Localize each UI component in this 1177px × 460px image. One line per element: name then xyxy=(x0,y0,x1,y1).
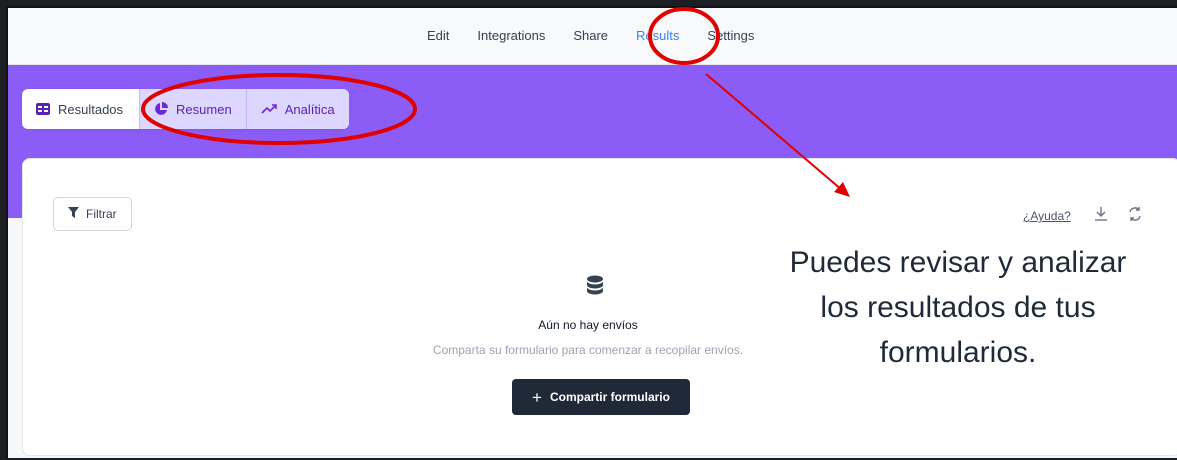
nav-links: Edit Integrations Share Results Settings xyxy=(413,8,768,64)
annotation-line-3: formularios. xyxy=(879,336,1037,369)
filter-label: Filtrar xyxy=(86,207,117,221)
refresh-icon[interactable] xyxy=(1127,206,1143,227)
nav-settings[interactable]: Settings xyxy=(693,8,768,64)
annotation-line-2: los resultados de tus xyxy=(820,291,1096,324)
share-form-label: Compartir formulario xyxy=(549,390,670,404)
nav-share[interactable]: Share xyxy=(559,8,622,64)
top-navigation: Edit Integrations Share Results Settings xyxy=(8,8,1177,65)
trend-up-icon xyxy=(261,103,277,115)
tab-analitica-label: Analítica xyxy=(284,101,335,117)
download-icon[interactable] xyxy=(1094,206,1108,227)
share-form-button[interactable]: + Compartir formulario xyxy=(512,379,690,415)
tab-resultados-label: Resultados xyxy=(58,101,124,117)
results-tab-group: Resultados Resumen Analítica xyxy=(22,89,349,129)
pie-chart-icon xyxy=(154,102,169,116)
app-frame: Edit Integrations Share Results Settings… xyxy=(6,6,1177,458)
table-icon xyxy=(36,103,50,115)
nav-results[interactable]: Results xyxy=(622,8,693,64)
nav-edit[interactable]: Edit xyxy=(413,8,463,64)
annotation-text: Puedes revisar y analizar los resultados… xyxy=(730,240,1177,375)
nav-integrations[interactable]: Integrations xyxy=(463,8,559,64)
tab-analitica[interactable]: Analítica xyxy=(245,89,349,129)
database-icon xyxy=(586,275,604,304)
tab-resultados[interactable]: Resultados xyxy=(22,89,139,129)
plus-icon: + xyxy=(532,387,542,407)
tab-resumen-label: Resumen xyxy=(176,101,232,117)
filter-icon xyxy=(68,207,79,221)
tab-resumen[interactable]: Resumen xyxy=(139,89,246,129)
filter-button[interactable]: Filtrar xyxy=(53,197,132,231)
annotation-line-1: Puedes revisar y analizar xyxy=(789,246,1127,279)
help-link[interactable]: ¿Ayuda? xyxy=(1023,209,1071,223)
